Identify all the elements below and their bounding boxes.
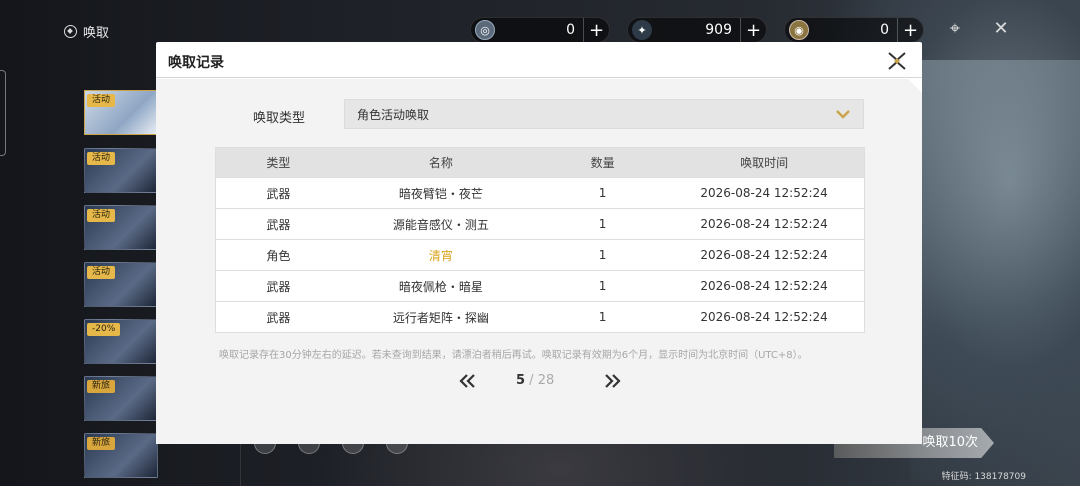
cell-type: 武器 (215, 270, 341, 302)
convene-history-dialog: 唤取记录 唤取类型 角色活动唤取 类型 名称 数量 唤取时间 武器 暗夜臂铠・夜… (156, 42, 922, 444)
table-row: 武器 源能音感仪・测五 1 2026-08-24 12:52:24 (215, 208, 865, 240)
table-row: 武器 远行者矩阵・探幽 1 2026-08-24 12:52:24 (215, 301, 865, 333)
total-pages: 28 (537, 373, 555, 388)
cell-quantity: 1 (540, 239, 665, 271)
coin-a-icon: ◎ (475, 20, 495, 40)
page-title: 唤取 (64, 22, 109, 41)
cell-name: 源能音感仪・测五 (340, 208, 541, 240)
cell-quantity: 1 (540, 270, 665, 302)
type-dropdown-value: 角色活动唤取 (357, 107, 430, 122)
character-art (910, 60, 1080, 480)
cell-type: 武器 (215, 301, 341, 333)
banner-item[interactable]: 新旅 (84, 376, 158, 421)
cell-type: 角色 (215, 239, 341, 271)
banner-tag: 新旅 (87, 437, 116, 450)
history-table: 类型 名称 数量 唤取时间 武器 暗夜臂铠・夜芒 1 2026-08-24 12… (215, 147, 865, 333)
banner-tag: 活动 (87, 152, 116, 165)
cell-quantity: 1 (540, 177, 665, 209)
cell-time: 2026-08-24 12:52:24 (664, 177, 865, 209)
convene-icon (64, 25, 77, 38)
cell-name: 清宵 (340, 239, 541, 271)
cell-type: 武器 (215, 208, 341, 240)
cell-name: 暗夜佩枪・暗星 (340, 270, 541, 302)
close-button[interactable] (886, 50, 908, 72)
settings-icon[interactable]: ⌖ (944, 18, 966, 40)
player-uid: 特征码: 138178709 (941, 472, 1026, 482)
currency-2: ✦ 909 + (627, 17, 767, 43)
banner-item[interactable]: 活动 (84, 90, 158, 135)
currency-3: ◉ 0 + (784, 17, 924, 43)
current-page: 5 (516, 373, 526, 388)
sidebar-edge (0, 70, 6, 156)
cell-time: 2026-08-24 12:52:24 (664, 301, 865, 333)
currency-3-add-button[interactable]: + (897, 18, 923, 42)
pagination: 5 / 28 (156, 371, 922, 391)
currency-1: ◎ 0 + (470, 17, 610, 43)
cell-name: 远行者矩阵・探幽 (340, 301, 541, 333)
delay-notice: 唤取记录存在30分钟左右的延迟。若未查询到结果，请漂泊者稍后再试。唤取记录有效期… (219, 350, 808, 361)
cell-time: 2026-08-24 12:52:24 (664, 208, 865, 240)
type-label: 唤取类型 (253, 111, 306, 126)
currency-2-value: 909 (705, 22, 732, 38)
coin-b-icon: ◉ (789, 20, 809, 40)
dialog-body: 唤取类型 角色活动唤取 类型 名称 数量 唤取时间 武器 暗夜臂铠・夜芒 1 2… (156, 79, 922, 444)
banner-item[interactable]: 新旅 (84, 433, 158, 478)
header-type: 类型 (266, 156, 291, 170)
currency-3-value: 0 (880, 22, 889, 38)
table-row: 角色 清宵 1 2026-08-24 12:52:24 (215, 239, 865, 271)
page-separator: / (525, 373, 538, 388)
dialog-title: 唤取记录 (168, 55, 224, 71)
banner-item[interactable]: 活动 (84, 148, 158, 193)
close-icon (888, 52, 906, 70)
cell-name: 暗夜臂铠・夜芒 (340, 177, 541, 209)
cell-time: 2026-08-24 12:52:24 (664, 270, 865, 302)
banner-tag: 活动 (87, 266, 116, 279)
banner-tag: 新旅 (87, 380, 116, 393)
cell-quantity: 1 (540, 208, 665, 240)
cell-time: 2026-08-24 12:52:24 (664, 239, 865, 271)
prev-page-button[interactable] (458, 371, 478, 391)
chevron-down-icon (836, 110, 850, 119)
table-header-row: 类型 名称 数量 唤取时间 (215, 147, 865, 178)
header-quantity: 数量 (590, 156, 615, 170)
star-icon: ✦ (632, 20, 652, 40)
currency-2-add-button[interactable]: + (740, 18, 766, 42)
header-time: 唤取时间 (740, 156, 789, 170)
table-row: 武器 暗夜臂铠・夜芒 1 2026-08-24 12:52:24 (215, 177, 865, 209)
exit-icon[interactable]: ✕ (990, 18, 1012, 40)
cell-type: 武器 (215, 177, 341, 209)
page-title-label: 唤取 (83, 26, 110, 41)
page-indicator: 5 / 28 (516, 373, 554, 388)
currency-1-add-button[interactable]: + (583, 18, 609, 42)
banner-tag: 活动 (87, 209, 116, 222)
banner-tag: -20% (87, 323, 121, 336)
banner-item[interactable]: -20% (84, 319, 158, 364)
dialog-header: 唤取记录 (156, 42, 922, 78)
banner-item[interactable]: 活动 (84, 205, 158, 250)
currency-1-value: 0 (566, 22, 575, 38)
type-dropdown[interactable]: 角色活动唤取 (344, 99, 864, 129)
next-page-button[interactable] (602, 371, 622, 391)
banner-tag: 活动 (87, 94, 116, 107)
banner-item[interactable]: 活动 (84, 262, 158, 307)
header-name: 名称 (428, 156, 453, 170)
table-row: 武器 暗夜佩枪・暗星 1 2026-08-24 12:52:24 (215, 270, 865, 302)
cell-quantity: 1 (540, 301, 665, 333)
